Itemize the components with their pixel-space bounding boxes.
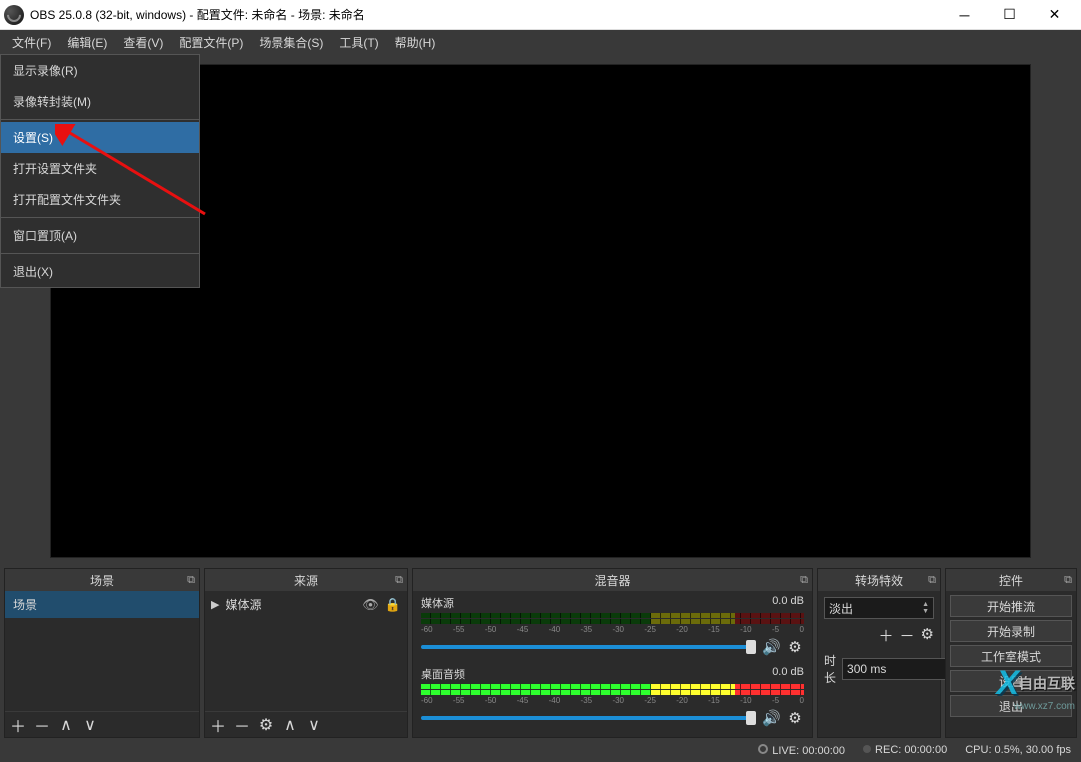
scene-item[interactable]: 场景 (5, 591, 199, 618)
source-up-button[interactable]: ∧ (281, 715, 299, 735)
scene-down-button[interactable]: ∨ (81, 715, 99, 735)
bottom-docks: 场景 ⧉ 场景 ＋ － ∧ ∨ 来源 ⧉ ▶ 媒体源 👁 🔒 (0, 568, 1081, 738)
mixer-channel-name: 媒体源 (421, 595, 454, 611)
popout-icon[interactable]: ⧉ (395, 574, 403, 587)
transition-settings-button[interactable]: ⚙ (921, 625, 934, 646)
start-recording-button[interactable]: 开始录制 (950, 620, 1072, 642)
lock-icon[interactable]: 🔒 (385, 597, 401, 613)
window-titlebar: OBS 25.0.8 (32-bit, windows) - 配置文件: 未命名… (0, 0, 1081, 30)
source-item[interactable]: ▶ 媒体源 👁 🔒 (205, 591, 407, 618)
popout-icon[interactable]: ⧉ (800, 574, 808, 587)
volume-slider[interactable] (421, 645, 756, 649)
file-menu-show-recordings[interactable]: 显示录像(R) (1, 55, 199, 86)
file-menu-remux[interactable]: 录像转封装(M) (1, 86, 199, 117)
menu-help[interactable]: 帮助(H) (387, 31, 444, 54)
minimize-button[interactable]: ─ (942, 0, 987, 30)
menu-profile[interactable]: 配置文件(P) (171, 31, 251, 54)
menu-separator (1, 119, 199, 120)
source-label: 媒体源 (225, 596, 261, 613)
scenes-dock: 场景 ⧉ 场景 ＋ － ∧ ∨ (4, 568, 200, 738)
remove-source-button[interactable]: － (233, 713, 251, 737)
remove-scene-button[interactable]: － (33, 713, 51, 737)
mixer-dock: 混音器 ⧉ 媒体源 0.0 dB -60-55-50-45-40-35-30-25… (412, 568, 813, 738)
popout-icon[interactable]: ⧉ (928, 574, 936, 587)
start-streaming-button[interactable]: 开始推流 (950, 595, 1072, 617)
file-dropdown-menu: 显示录像(R) 录像转封装(M) 设置(S) 打开设置文件夹 打开配置文件文件夹… (0, 54, 200, 288)
menu-separator (1, 253, 199, 254)
menu-view[interactable]: 查看(V) (115, 31, 171, 54)
transition-selected-label: 淡出 (829, 600, 853, 617)
meter-ticks: -60-55-50-45-40-35-30-25-20-15-10-50 (421, 696, 804, 705)
menu-scene-collection[interactable]: 场景集合(S) (251, 31, 331, 54)
visibility-icon[interactable]: 👁 (362, 597, 379, 613)
transitions-title: 转场特效 (855, 572, 903, 589)
window-title: OBS 25.0.8 (32-bit, windows) - 配置文件: 未命名… (30, 6, 942, 23)
scenes-title: 场景 (90, 572, 114, 589)
mixer-channel-db: 0.0 dB (772, 666, 804, 682)
duration-label: 时长 (824, 652, 836, 686)
file-menu-exit[interactable]: 退出(X) (1, 256, 199, 287)
controls-dock: 控件 ⧉ 开始推流 开始录制 工作室模式 设置 退出 (945, 568, 1077, 738)
menu-file[interactable]: 文件(F) (4, 31, 59, 54)
sources-dock: 来源 ⧉ ▶ 媒体源 👁 🔒 ＋ － ⚙ ∧ ∨ (204, 568, 408, 738)
mixer-channel-name: 桌面音频 (421, 666, 465, 682)
rec-status: REC: 00:00:00 (863, 744, 947, 756)
obs-app-icon (4, 5, 24, 25)
file-menu-settings[interactable]: 设置(S) (1, 122, 199, 153)
add-source-button[interactable]: ＋ (209, 713, 227, 737)
transition-select[interactable]: 淡出 ▲▼ (824, 597, 934, 619)
mixer-title: 混音器 (594, 572, 630, 589)
main-menubar: 文件(F) 编辑(E) 查看(V) 配置文件(P) 场景集合(S) 工具(T) … (0, 30, 1081, 54)
speaker-icon[interactable]: 🔊 (762, 638, 780, 656)
close-button[interactable]: ✕ (1032, 0, 1077, 30)
add-scene-button[interactable]: ＋ (9, 713, 27, 737)
volume-slider[interactable] (421, 716, 756, 720)
audio-meter (421, 613, 804, 624)
media-source-icon: ▶ (211, 598, 219, 611)
menu-edit[interactable]: 编辑(E) (59, 31, 115, 54)
transitions-dock: 转场特效⧉ 淡出 ▲▼ ＋ － ⚙ 时长 ▲▼ (817, 568, 941, 738)
speaker-icon[interactable]: 🔊 (762, 709, 780, 727)
settings-button[interactable]: 设置 (950, 670, 1072, 692)
popout-icon[interactable]: ⧉ (187, 574, 195, 587)
gear-icon[interactable]: ⚙ (786, 638, 804, 656)
mixer-channel-desktop: 桌面音频 0.0 dB -60-55-50-45-40-35-30-25-20-… (413, 662, 812, 733)
add-transition-button[interactable]: ＋ (879, 625, 894, 646)
menu-separator (1, 217, 199, 218)
maximize-button[interactable]: ☐ (987, 0, 1032, 30)
workspace: 显示录像(R) 录像转封装(M) 设置(S) 打开设置文件夹 打开配置文件文件夹… (0, 54, 1081, 738)
menu-tools[interactable]: 工具(T) (331, 31, 386, 54)
sources-title: 来源 (294, 572, 318, 589)
meter-ticks: -60-55-50-45-40-35-30-25-20-15-10-50 (421, 625, 804, 634)
file-menu-open-profile-folder[interactable]: 打开配置文件文件夹 (1, 184, 199, 215)
exit-button[interactable]: 退出 (950, 695, 1072, 717)
status-bar: LIVE: 00:00:00 REC: 00:00:00 CPU: 0.5%, … (0, 738, 1081, 762)
studio-mode-button[interactable]: 工作室模式 (950, 645, 1072, 667)
controls-title: 控件 (999, 572, 1023, 589)
scene-up-button[interactable]: ∧ (57, 715, 75, 735)
gear-icon[interactable]: ⚙ (786, 709, 804, 727)
mixer-channel-media: 媒体源 0.0 dB -60-55-50-45-40-35-30-25-20-1… (413, 591, 812, 662)
source-down-button[interactable]: ∨ (305, 715, 323, 735)
remove-transition-button[interactable]: － (900, 625, 915, 646)
audio-meter (421, 684, 804, 695)
source-settings-button[interactable]: ⚙ (257, 715, 275, 735)
live-status: LIVE: 00:00:00 (758, 744, 845, 757)
mixer-channel-db: 0.0 dB (772, 595, 804, 611)
popout-icon[interactable]: ⧉ (1064, 574, 1072, 587)
file-menu-always-on-top[interactable]: 窗口置顶(A) (1, 220, 199, 251)
file-menu-open-settings-folder[interactable]: 打开设置文件夹 (1, 153, 199, 184)
cpu-fps-status: CPU: 0.5%, 30.00 fps (965, 744, 1071, 756)
